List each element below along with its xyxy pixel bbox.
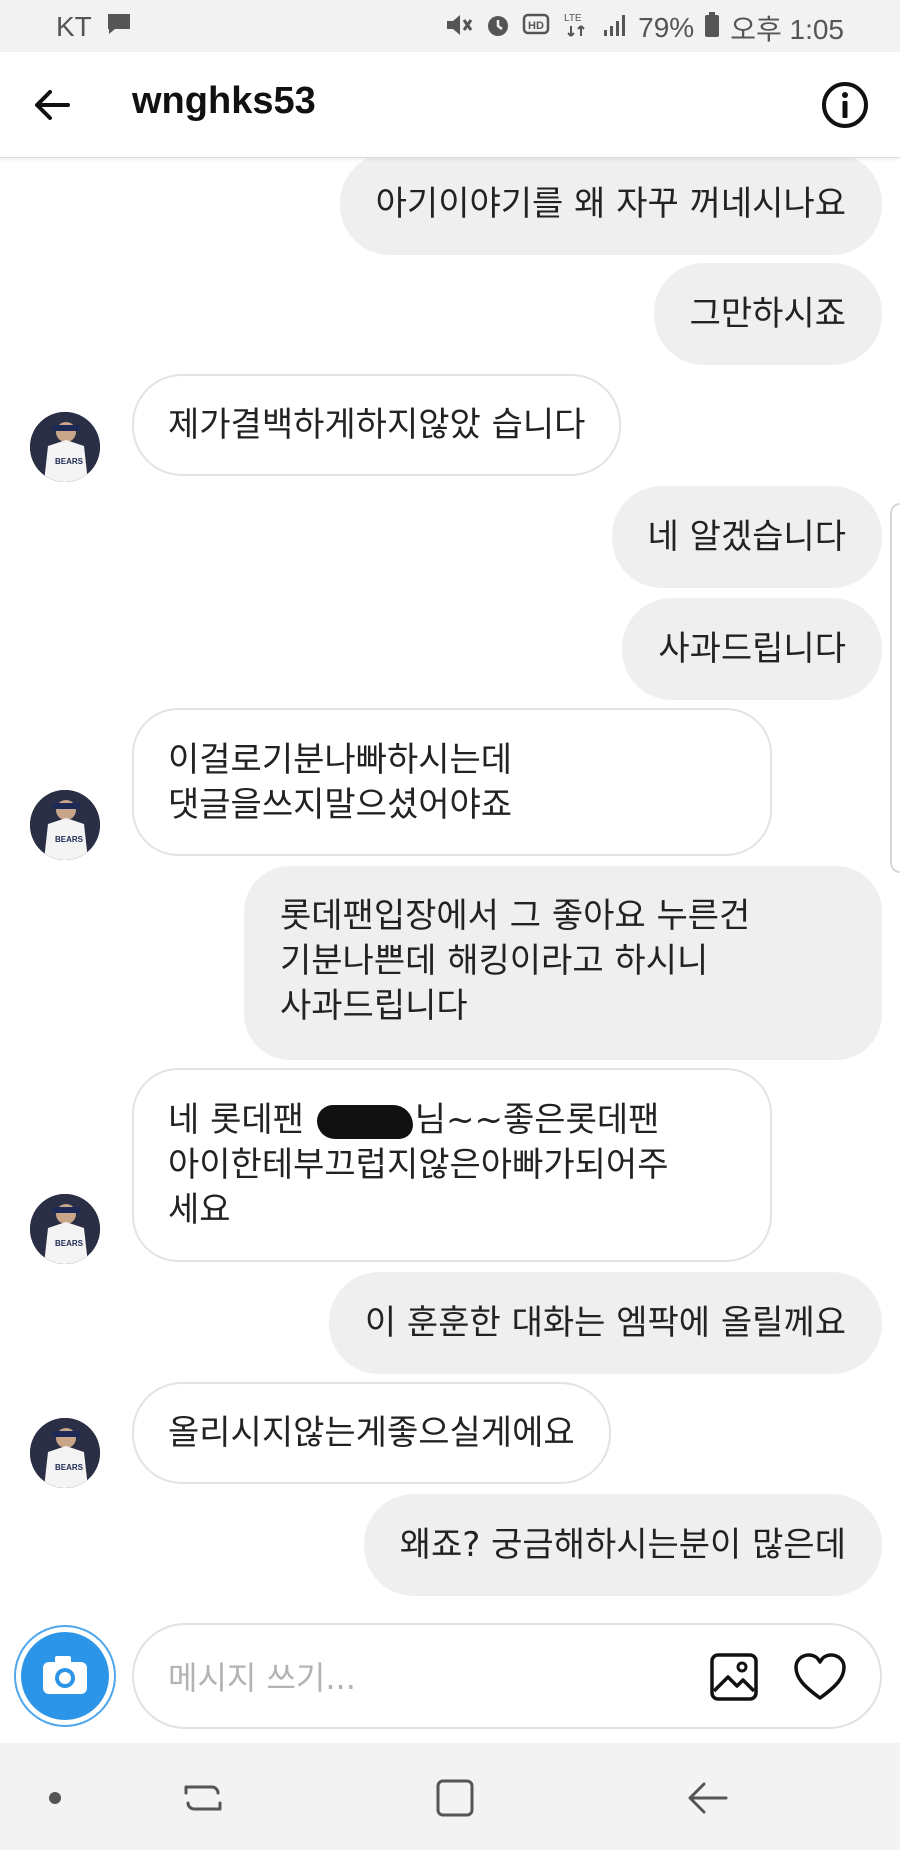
message-outgoing[interactable]: 롯데팬입장에서 그 좋아요 누른건 기분나쁜데 해킹이라고 하시니 사과드립니다 bbox=[244, 866, 882, 1060]
recent-apps-button[interactable] bbox=[178, 1773, 228, 1823]
message-incoming[interactable]: 올리시지않는게좋으실게에요 bbox=[132, 1382, 611, 1484]
lte-label: LTE bbox=[564, 13, 582, 24]
message-line: 기분나쁜데 해킹이라고 하시니 bbox=[280, 941, 709, 981]
message-text: 이 훈훈한 대화는 엠팍에 올릴께요 bbox=[364, 1302, 846, 1343]
message-outgoing[interactable]: 사과드립니다 bbox=[622, 598, 882, 700]
info-button[interactable] bbox=[820, 80, 870, 130]
heart-button[interactable] bbox=[792, 1651, 848, 1703]
message-incoming[interactable]: 이걸로기분나빠하시는데 댓글을쓰지말으셨어야죠 bbox=[132, 708, 772, 856]
battery-percent: 79% bbox=[638, 12, 695, 43]
message-outgoing[interactable]: 그만하시죠 bbox=[653, 263, 882, 365]
svg-text:BEARS: BEARS bbox=[55, 835, 84, 844]
avatar[interactable]: BEARS bbox=[30, 790, 100, 860]
message-line-end: 님~~좋은롯데팬 bbox=[414, 1100, 660, 1140]
message-outgoing[interactable]: 왜죠? 궁금해하시는분이 많은데 bbox=[363, 1494, 882, 1596]
arrow-left-icon bbox=[35, 90, 70, 120]
avatar-image: BEARS bbox=[30, 1194, 100, 1264]
message-text: 왜죠? 궁금해하시는분이 많은데 bbox=[399, 1524, 846, 1565]
message-incoming[interactable]: 제가결백하게하지않았 습니다 bbox=[132, 374, 622, 476]
message-outgoing[interactable]: 네 알겠습니다 bbox=[611, 486, 882, 588]
message-line: 아이한테부끄럽지않은아빠가되어주 bbox=[168, 1145, 669, 1185]
message-line: 댓글을쓰지말으셨어야죠 bbox=[168, 785, 513, 825]
signal-icon bbox=[602, 12, 628, 45]
home-icon bbox=[436, 1779, 474, 1817]
avatar[interactable]: BEARS bbox=[30, 412, 100, 482]
message-input-box[interactable] bbox=[132, 1623, 882, 1729]
message-line: 사과드립니다 bbox=[280, 986, 468, 1026]
message-line-start: 네 롯데팬 bbox=[168, 1100, 315, 1140]
battery-icon bbox=[704, 11, 720, 46]
message-composer bbox=[0, 1603, 900, 1743]
back-button[interactable] bbox=[28, 80, 78, 130]
message-text: 아기이야기를 왜 자꾸 꺼네시나요 bbox=[375, 183, 846, 224]
svg-text:BEARS: BEARS bbox=[55, 1239, 84, 1248]
message-text: 올리시지않는게좋으실게에요 bbox=[168, 1412, 575, 1453]
message-line: 네 롯데팬 님~~좋은롯데팬 bbox=[168, 1098, 736, 1143]
avatar-image: BEARS bbox=[30, 1418, 100, 1488]
redaction-scribble bbox=[316, 1104, 413, 1139]
message-incoming[interactable]: 네 롯데팬 님~~좋은롯데팬 아이한테부끄럽지않은아빠가되어주 세요 bbox=[132, 1068, 772, 1262]
system-nav-bar bbox=[0, 1743, 900, 1850]
clock: 오후 1:05 bbox=[730, 14, 844, 45]
gallery-button[interactable] bbox=[708, 1651, 760, 1703]
camera-button[interactable] bbox=[16, 1627, 114, 1725]
message-line: 이걸로기분나빠하시는데 bbox=[168, 740, 513, 780]
message-text: 사과드립니다 bbox=[658, 628, 846, 669]
status-bar: KT HD LTE 79% 오후 1:05 bbox=[0, 0, 900, 52]
chat-title[interactable]: wnghks53 bbox=[132, 80, 316, 123]
avatar-image: BEARS bbox=[30, 412, 100, 482]
message-outgoing[interactable]: 아기이야기를 왜 자꾸 꺼네시나요 bbox=[339, 158, 882, 255]
message-input[interactable] bbox=[168, 1655, 668, 1701]
back-icon bbox=[688, 1782, 728, 1814]
nav-dot[interactable] bbox=[30, 1773, 80, 1823]
svg-text:BEARS: BEARS bbox=[55, 457, 84, 466]
back-nav-button[interactable] bbox=[682, 1773, 732, 1823]
heart-icon bbox=[794, 1653, 846, 1700]
message-text: 네 알겠습니다 bbox=[647, 516, 847, 557]
hd-icon: HD bbox=[522, 12, 552, 45]
alarm-icon bbox=[484, 11, 512, 46]
chat-header: wnghks53 bbox=[0, 52, 900, 158]
lte-icon: LTE bbox=[562, 10, 592, 47]
status-bar-right: HD LTE 79% 오후 1:05 bbox=[444, 8, 844, 48]
dot-icon bbox=[49, 1792, 61, 1804]
message-text: 그만하시죠 bbox=[689, 293, 846, 334]
message-outgoing[interactable]: 이 훈훈한 대화는 엠팍에 올릴께요 bbox=[328, 1272, 882, 1374]
carrier-label: KT bbox=[56, 10, 92, 42]
svg-text:HD: HD bbox=[528, 20, 544, 32]
camera-icon bbox=[43, 1656, 87, 1694]
message-text: 제가결백하게하지않았 습니다 bbox=[168, 404, 586, 445]
message-list[interactable]: 아기이야기를 왜 자꾸 꺼네시나요 그만하시죠 BEARS 제가결백하게하지않았… bbox=[0, 158, 900, 1603]
avatar-image: BEARS bbox=[30, 790, 100, 860]
avatar[interactable]: BEARS bbox=[30, 1194, 100, 1264]
message-line: 세요 bbox=[168, 1190, 231, 1230]
gallery-icon bbox=[710, 1653, 758, 1701]
scroll-indicator[interactable] bbox=[890, 503, 900, 873]
avatar[interactable]: BEARS bbox=[30, 1418, 100, 1488]
status-bar-left: KT bbox=[56, 10, 132, 43]
info-icon bbox=[822, 82, 868, 128]
message-line: 롯데팬입장에서 그 좋아요 누른건 bbox=[280, 896, 751, 936]
message-icon bbox=[106, 10, 132, 43]
svg-text:BEARS: BEARS bbox=[55, 1463, 84, 1472]
recent-apps-icon bbox=[184, 1785, 222, 1811]
mute-icon bbox=[444, 11, 474, 46]
home-button[interactable] bbox=[430, 1773, 480, 1823]
